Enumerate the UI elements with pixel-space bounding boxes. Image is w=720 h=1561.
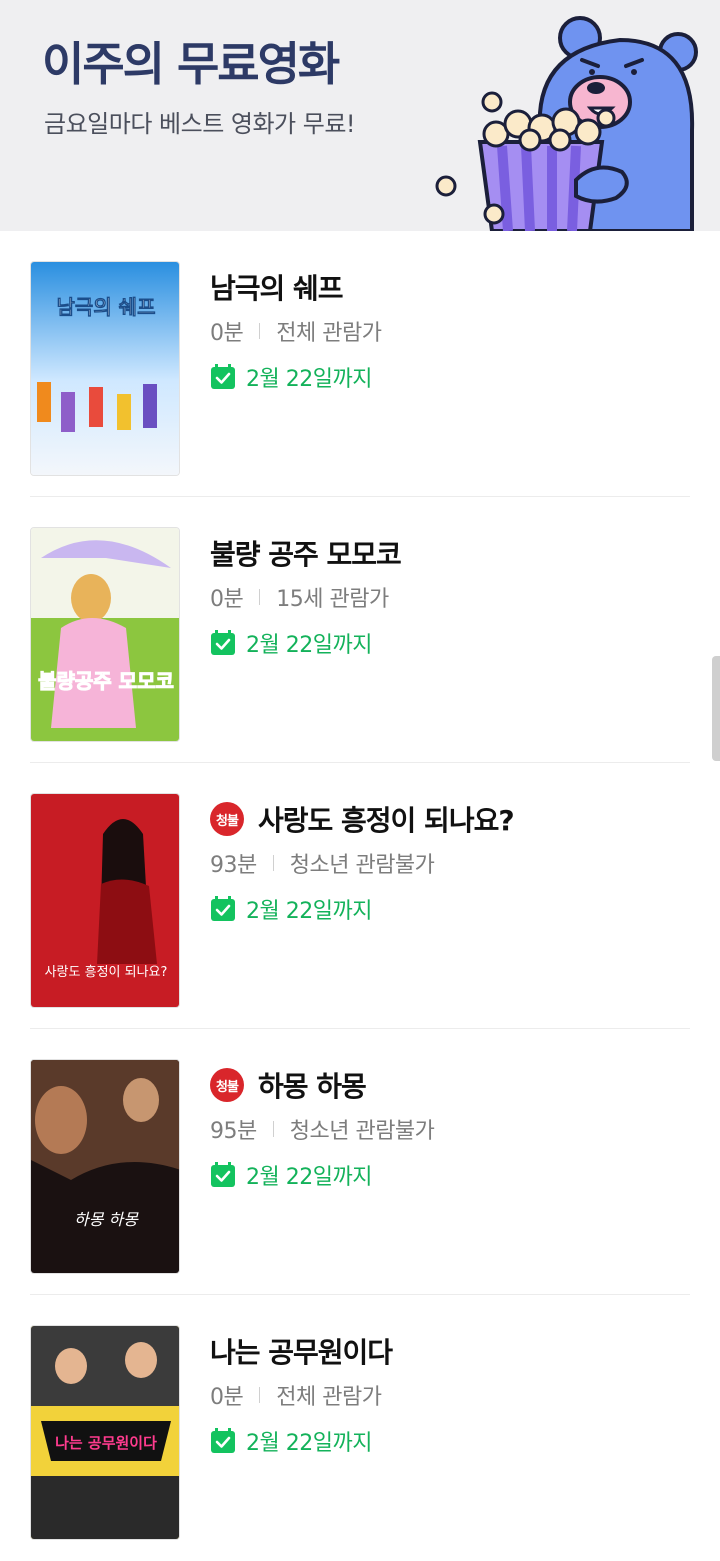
- poster-title-text: 하몽 하몽: [74, 1210, 139, 1229]
- movie-poster[interactable]: 하몽 하몽: [30, 1059, 180, 1274]
- movie-item[interactable]: 나는 공무원이다 나는 공무원이다 0분 전체 관람가 2월 22일까지: [30, 1295, 690, 1561]
- movie-rating: 전체 관람가: [276, 321, 382, 346]
- movie-duration: 0분: [210, 321, 244, 346]
- adult-rating-badge: 청불: [210, 1068, 244, 1102]
- movie-item[interactable]: 남극의 쉐프 남극의 쉐프 0분 전체 관람가 2월 22일까지: [30, 231, 690, 497]
- movie-rating: 15세 관람가: [276, 587, 389, 612]
- movie-item[interactable]: 하몽 하몽 청불 하몽 하몽 95분 청소년 관람불가 2월 22일까지: [30, 1029, 690, 1295]
- adult-rating-badge: 청불: [210, 802, 244, 836]
- movie-rating: 전체 관람가: [276, 1385, 382, 1410]
- movie-title[interactable]: 남극의 쉐프: [210, 267, 344, 307]
- free-until-date: 2월 22일까지: [246, 1165, 372, 1190]
- movie-title[interactable]: 나는 공무원이다: [210, 1331, 393, 1371]
- movie-poster[interactable]: 남극의 쉐프: [30, 261, 180, 476]
- movie-item[interactable]: 사랑도 흥정이 되나요? 청불 사랑도 흥정이 되나요? 93분 청소년 관람불…: [30, 763, 690, 1029]
- meta-divider: [259, 323, 261, 339]
- meta-divider: [259, 589, 261, 605]
- meta-divider: [259, 1387, 261, 1403]
- meta-divider: [272, 1121, 274, 1137]
- movie-title[interactable]: 불량 공주 모모코: [210, 533, 402, 573]
- movie-rating: 청소년 관람불가: [289, 1119, 435, 1144]
- scrollbar-thumb[interactable]: [712, 656, 720, 761]
- page-title: 이주의 무료영화: [42, 37, 340, 91]
- poster-title-text: 남극의 쉐프: [57, 295, 156, 319]
- movie-duration: 95분: [210, 1119, 257, 1144]
- free-until-date: 2월 22일까지: [246, 367, 372, 392]
- free-until-date: 2월 22일까지: [246, 899, 372, 924]
- free-until-date: 2월 22일까지: [246, 1431, 372, 1456]
- meta-divider: [272, 855, 274, 871]
- calendar-check-icon: [211, 630, 235, 655]
- movie-duration: 0분: [210, 587, 244, 612]
- movie-duration: 93분: [210, 853, 257, 878]
- free-until-date: 2월 22일까지: [246, 633, 372, 658]
- poster-title-text: 불량공주 모모코: [38, 669, 174, 693]
- movie-title[interactable]: 사랑도 흥정이 되나요?: [258, 799, 515, 839]
- poster-title-text: 사랑도 흥정이 되나요?: [45, 965, 168, 980]
- promo-header: 이주의 무료영화 금요일마다 베스트 영화가 무료!: [0, 0, 720, 231]
- movie-poster[interactable]: 사랑도 흥정이 되나요?: [30, 793, 180, 1008]
- calendar-check-icon: [211, 1162, 235, 1187]
- movie-poster[interactable]: 불량공주 모모코: [30, 527, 180, 742]
- calendar-check-icon: [211, 1428, 235, 1453]
- movie-duration: 0분: [210, 1385, 244, 1410]
- movie-title[interactable]: 하몽 하몽: [258, 1065, 367, 1105]
- page-subtitle: 금요일마다 베스트 영화가 무료!: [44, 110, 356, 138]
- bear-popcorn-mascot-icon: [435, 16, 698, 231]
- movie-item[interactable]: 불량공주 모모코 불량 공주 모모코 0분 15세 관람가 2월 22일까지: [30, 497, 690, 763]
- poster-title-text: 나는 공무원이다: [55, 1434, 157, 1452]
- calendar-check-icon: [211, 896, 235, 921]
- calendar-check-icon: [211, 364, 235, 389]
- movie-rating: 청소년 관람불가: [289, 853, 435, 878]
- movie-poster[interactable]: 나는 공무원이다: [30, 1325, 180, 1540]
